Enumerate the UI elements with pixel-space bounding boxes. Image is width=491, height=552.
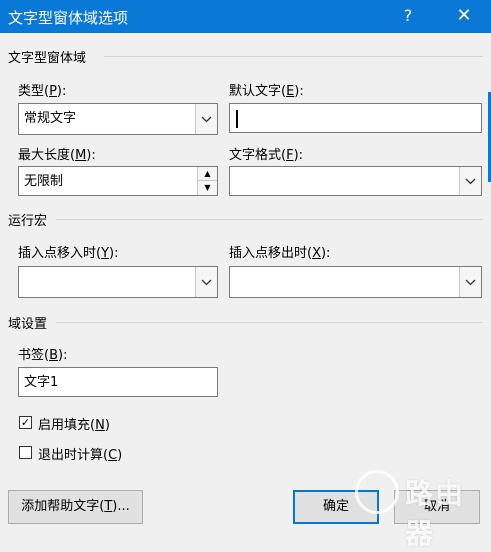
spin-down-icon[interactable]: ▼ (198, 181, 217, 195)
max-length-value: 无限制 (24, 174, 64, 189)
router-logo-icon (355, 470, 399, 514)
on-exit-dropdown[interactable] (229, 266, 482, 298)
default-text-input[interactable] (229, 103, 482, 133)
group-title-run-macro: 运行宏 (8, 214, 48, 229)
fill-in-checkbox[interactable]: ✓ (19, 416, 32, 429)
spinner-buttons[interactable]: ▲ ▼ (197, 167, 217, 195)
on-entry-dropdown[interactable] (18, 266, 218, 298)
chevron-down-icon[interactable] (195, 104, 217, 134)
watermark-text: 路由器 (405, 477, 466, 550)
text-format-dropdown[interactable] (229, 166, 482, 196)
text-format-label: 文字格式(F): (229, 148, 304, 163)
on-entry-label: 插入点移入时(Y): (18, 246, 119, 261)
calculate-on-exit-checkbox[interactable] (19, 446, 32, 459)
default-text-label: 默认文字(E): (229, 84, 304, 99)
group-title-text-field: 文字型窗体域 (8, 51, 87, 66)
add-help-text-button[interactable]: 添加帮助文字(T)... (8, 490, 143, 524)
group-title-field-settings: 域设置 (8, 317, 48, 332)
max-length-label: 最大长度(M): (18, 148, 96, 163)
chevron-down-icon[interactable] (459, 267, 481, 297)
type-label: 类型(P): (18, 84, 67, 99)
window-title: 文字型窗体域选项 (8, 9, 129, 27)
chevron-down-icon[interactable] (195, 267, 217, 297)
group-divider (56, 219, 483, 220)
bookmark-input[interactable]: 文字1 (18, 367, 218, 397)
bookmark-label: 书签(B): (18, 348, 68, 363)
type-dropdown[interactable]: 常规文字 (18, 103, 218, 135)
group-divider (104, 56, 483, 57)
bookmark-value: 文字1 (24, 375, 59, 390)
help-button[interactable]: ? (396, 4, 420, 28)
type-dropdown-value: 常规文字 (24, 111, 77, 126)
chevron-down-icon[interactable] (459, 167, 481, 195)
group-divider (56, 322, 483, 323)
fill-in-label: 启用填充(N) (38, 418, 110, 433)
text-caret (236, 110, 238, 128)
calculate-on-exit-label: 退出时计算(C) (38, 448, 123, 463)
close-button[interactable]: ✕ (452, 4, 476, 28)
title-bar: 文字型窗体域选项 ? ✕ (0, 0, 491, 33)
watermark: 路由器 (355, 462, 491, 550)
max-length-spinner[interactable]: 无限制 ▲ ▼ (18, 166, 218, 196)
on-exit-label: 插入点移出时(X): (229, 246, 331, 261)
